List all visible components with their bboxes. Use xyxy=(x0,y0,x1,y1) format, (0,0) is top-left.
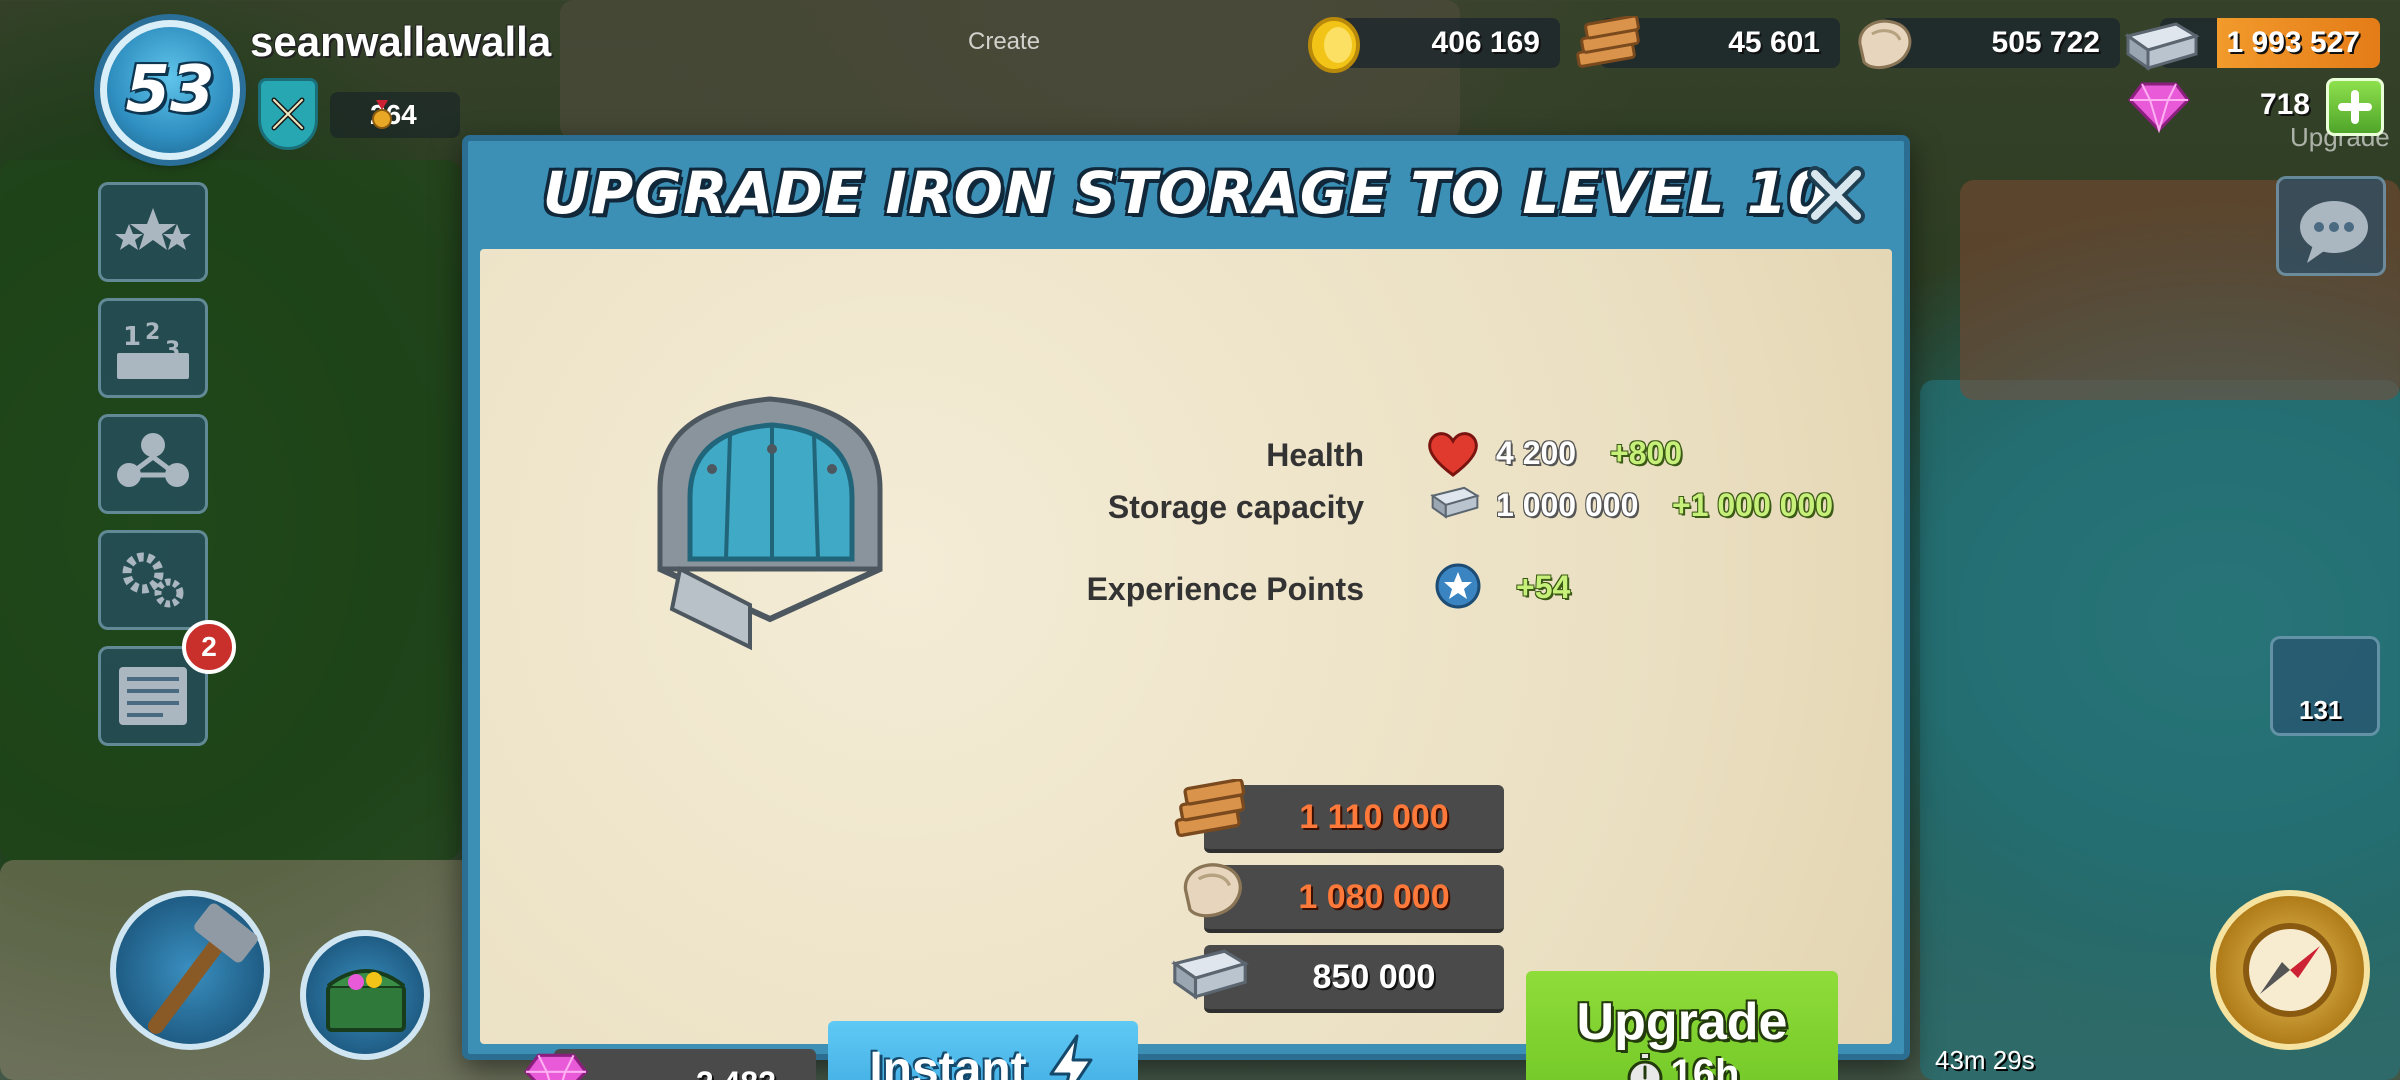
gold-counter[interactable]: 406 169 xyxy=(1340,18,1560,68)
stone-icon xyxy=(1858,19,1912,70)
modal-title: UPGRADE IRON STORAGE TO LEVEL 10 xyxy=(542,159,1830,227)
map-compass-button[interactable] xyxy=(2210,890,2370,1050)
stars-icon xyxy=(115,208,191,250)
iron-storage-building-icon xyxy=(657,396,883,651)
gears-icon xyxy=(122,552,184,608)
instant-gem-cost-value: 2 482 xyxy=(696,1065,776,1080)
rank-shield-icon[interactable] xyxy=(258,78,318,150)
modal-content-panel: Health 4 200 +800 Storage capacity 1 000… xyxy=(480,249,1892,1080)
compass-icon xyxy=(2243,923,2337,1017)
health-increase: +800 xyxy=(1610,435,1683,471)
medal-counter[interactable]: 264 xyxy=(330,92,460,138)
iron-cost-value: 850 000 xyxy=(1312,957,1436,996)
storage-capacity-increase: +1 000 000 xyxy=(1672,487,1834,523)
podium-icon: 1 23 xyxy=(117,320,189,379)
boat-timer: 43m 29s xyxy=(1935,1045,2035,1075)
troops-button[interactable]: 131 xyxy=(2270,636,2380,736)
iron-bar-icon xyxy=(2124,22,2200,71)
plus-icon xyxy=(2338,90,2372,124)
xp-star-icon xyxy=(1435,563,1481,609)
build-menu-button[interactable] xyxy=(110,890,270,1050)
gold-coin-icon xyxy=(1308,17,1360,73)
chat-button[interactable] xyxy=(2276,176,2386,276)
storage-capacity-label: Storage capacity xyxy=(1107,489,1364,525)
player-level-badge[interactable]: 53 xyxy=(100,20,240,160)
upgrade-duration: 16h xyxy=(1625,1052,1740,1080)
chat-bubble-icon xyxy=(2300,201,2368,263)
storage-capacity-value: 1 000 000 xyxy=(1496,487,1639,523)
iron-amount: 1 993 527 xyxy=(2226,26,2360,59)
iron-icon xyxy=(1430,486,1480,519)
leaderboard-button[interactable] xyxy=(98,182,208,282)
medal-icon xyxy=(372,100,392,129)
stone-cost-value: 1 080 000 xyxy=(1298,877,1450,916)
close-button[interactable] xyxy=(1804,163,1868,227)
instant-button-label: Instant xyxy=(869,1042,1027,1080)
svg-text:1: 1 xyxy=(123,322,141,352)
hammer-icon xyxy=(148,903,258,1034)
wood-cost-value: 1 110 000 xyxy=(1299,797,1449,836)
wood-planks-icon xyxy=(1576,16,1640,68)
instant-gem-cost: 2 482 xyxy=(554,1049,816,1080)
upgrade-duration-value: 16h xyxy=(1670,1052,1740,1080)
close-icon xyxy=(1807,166,1865,224)
rankings-button[interactable]: 123 xyxy=(98,298,208,398)
gem-amount: 718 xyxy=(2259,88,2310,121)
upgrade-button-label: Upgrade xyxy=(1576,993,1788,1051)
player-level: 53 xyxy=(125,53,215,127)
svg-text:2: 2 xyxy=(145,320,160,345)
task-force-button[interactable] xyxy=(98,414,208,514)
upgrade-modal: UPGRADE IRON STORAGE TO LEVEL 10 Health … xyxy=(462,135,1910,1080)
lightning-icon xyxy=(1049,1034,1093,1080)
team-icon xyxy=(117,433,189,487)
health-value: 4 200 xyxy=(1496,435,1577,471)
treasure-chest-icon xyxy=(326,969,406,1032)
gem-icon xyxy=(2128,82,2190,134)
gold-amount: 406 169 xyxy=(1431,26,1540,59)
wood-amount: 45 601 xyxy=(1728,26,1820,59)
create-label: Create xyxy=(968,28,1041,55)
player-username: seanwallawalla xyxy=(250,18,552,65)
upgrade-button[interactable]: Upgrade 16h xyxy=(1526,971,1838,1080)
heart-icon xyxy=(1428,432,1478,477)
experience-points-increase: +54 xyxy=(1516,569,1571,605)
wood-cost-icon xyxy=(1174,779,1246,838)
stone-amount: 505 722 xyxy=(1991,26,2100,59)
instant-gem-icon xyxy=(524,1053,588,1080)
troop-count: 131 xyxy=(2299,695,2343,725)
health-label: Health xyxy=(1266,437,1364,473)
svg-text:3: 3 xyxy=(165,338,180,363)
news-notification-badge: 2 xyxy=(182,620,236,674)
experience-points-label: Experience Points xyxy=(1086,571,1364,607)
treasure-button[interactable] xyxy=(300,930,430,1060)
newspaper-icon xyxy=(119,667,187,725)
stopwatch-icon xyxy=(1627,1052,1663,1080)
settings-button[interactable] xyxy=(98,530,208,630)
stone-cost-icon xyxy=(1183,863,1242,918)
instant-button[interactable]: Instant xyxy=(828,1021,1138,1080)
buy-gems-button[interactable] xyxy=(2326,78,2384,136)
iron-cost-icon xyxy=(1171,949,1250,1000)
